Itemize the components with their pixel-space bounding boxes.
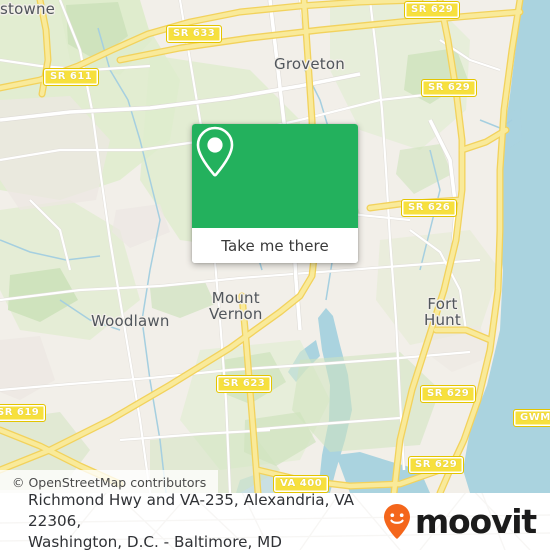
route-shield-sr619[interactable]: SR 619 [0,404,47,422]
route-shield-sr629-east[interactable]: SR 629 [420,385,477,403]
map-pin-icon [196,126,234,177]
footer-bar: Richmond Hwy and VA-235, Alexandria, VA … [0,493,550,550]
title-line-2: Washington, D.C. - Baltimore, MD [28,533,282,550]
route-shield-sr626[interactable]: SR 626 [401,199,458,217]
moovit-wordmark: moovit [414,502,537,541]
title-line-1: Richmond Hwy and VA-235, Alexandria, VA … [28,493,355,530]
card-icon-area [192,124,358,228]
route-shield-sr611[interactable]: SR 611 [43,68,100,86]
route-shield-sr629-northeast[interactable]: SR 629 [421,79,478,97]
route-shield-sr629-north[interactable]: SR 629 [404,1,461,19]
moovit-smiley-pin-icon [383,503,410,539]
route-shield-sr629-southeast[interactable]: SR 629 [408,456,465,474]
map-attribution[interactable]: © OpenStreetMap contributors [0,470,218,493]
take-me-there-card[interactable]: Take me there [192,124,358,263]
page-title: Richmond Hwy and VA-235, Alexandria, VA … [28,493,382,550]
route-shield-sr623[interactable]: SR 623 [216,375,273,393]
route-shield-sr633[interactable]: SR 633 [166,25,223,43]
take-me-there-label: Take me there [221,236,329,255]
attribution-text: © OpenStreetMap contributors [12,474,207,490]
card-action-area[interactable]: Take me there [192,228,358,263]
moovit-logo[interactable]: moovit [382,502,537,541]
route-shield-va400[interactable]: VA 400 [273,475,330,493]
map-screenshot: .w{fill:#aad3df} .g{fill:#dfeccd} .f{fil… [0,0,550,550]
map-canvas[interactable]: .w{fill:#aad3df} .g{fill:#dfeccd} .f{fil… [0,0,550,493]
route-shield-gwm[interactable]: GWM [513,409,550,427]
